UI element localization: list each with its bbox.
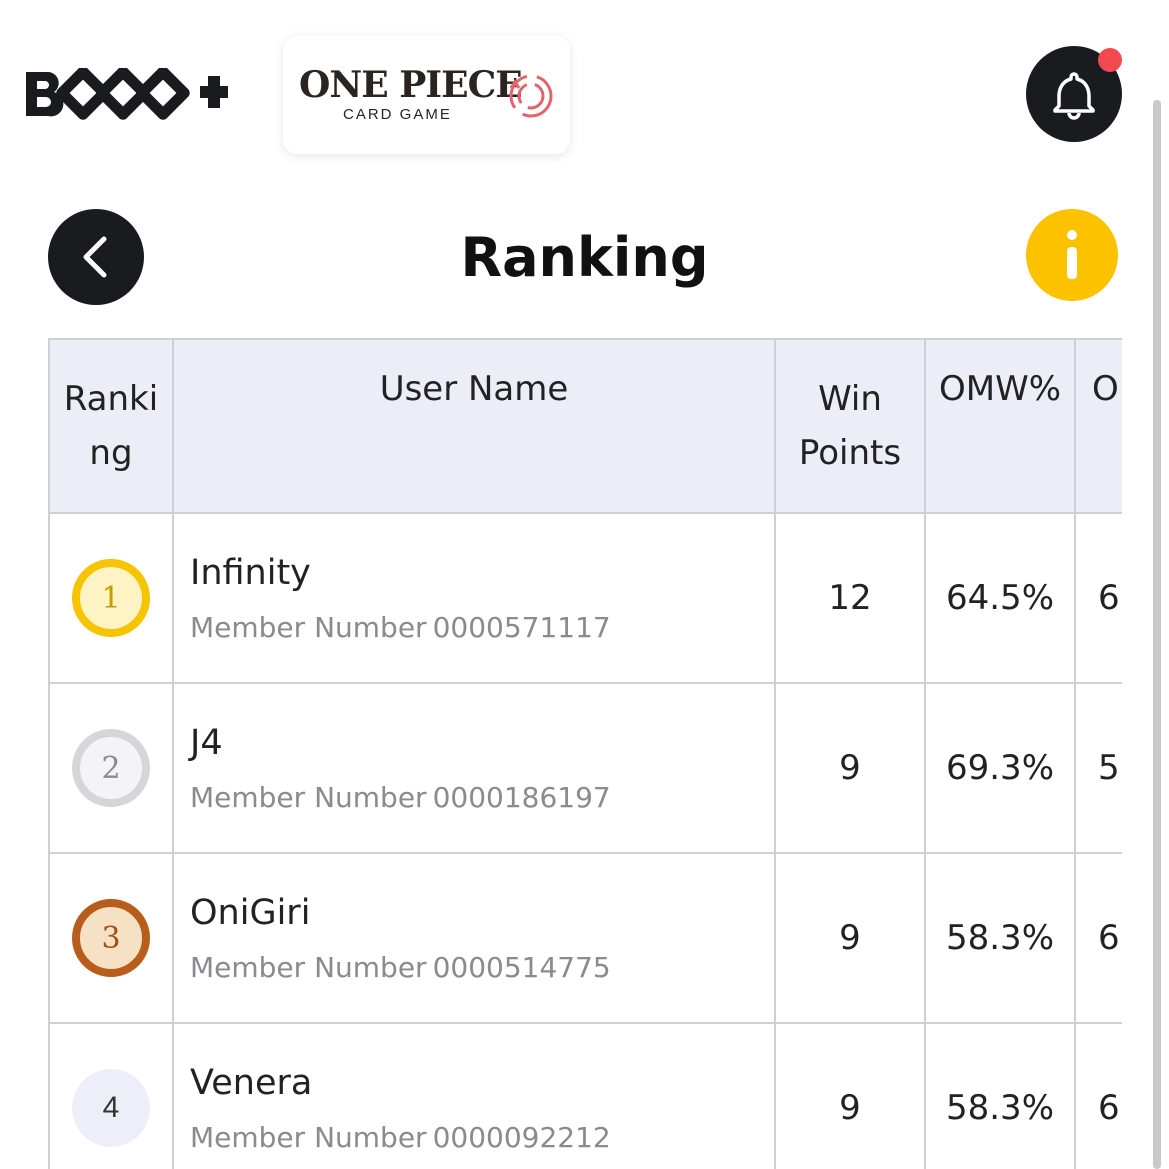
win-points: 12 (774, 512, 926, 684)
game-title: ONE PIECE (299, 64, 523, 106)
brand-logo[interactable] (24, 66, 236, 120)
omw-percent: 69.3% (924, 682, 1076, 854)
ranking-table[interactable]: Ranking User Name Win Points OMW% O 1 In… (48, 338, 1122, 1169)
column-header-win-points[interactable]: Win Points (774, 338, 926, 514)
omw-percent: 64.5% (924, 512, 1076, 684)
win-points: 9 (774, 682, 926, 854)
next-column-value: 6( (1098, 1088, 1122, 1128)
info-button[interactable] (1026, 209, 1118, 301)
table-row[interactable]: 4 Venera Member Number 0000092212 9 58.3%… (48, 1022, 1122, 1169)
next-column-value: 6! (1098, 918, 1122, 958)
member-number: Member Number 0000571117 (190, 610, 611, 644)
member-number: Member Number 0000092212 (190, 1120, 611, 1154)
user-name: Infinity (190, 552, 311, 593)
omw-percent: 58.3% (924, 1022, 1076, 1169)
next-column-value: 5: (1098, 748, 1122, 788)
member-number: Member Number 0000514775 (190, 950, 611, 984)
notification-badge (1098, 48, 1122, 72)
rank-medal-bronze: 3 (72, 899, 150, 977)
table-row[interactable]: 2 J4 Member Number0000186197 9 69.3% 5: (48, 682, 1122, 854)
page-title: Ranking (460, 226, 709, 289)
info-icon (1067, 230, 1077, 279)
rank-medal-gold: 1 (72, 559, 150, 637)
user-name: Venera (190, 1062, 313, 1103)
next-column-value: 6. (1098, 578, 1122, 618)
column-header-next[interactable]: O (1074, 338, 1122, 514)
column-header-omw[interactable]: OMW% (924, 338, 1076, 514)
rank-medal-silver: 2 (72, 729, 150, 807)
refresh-swirl-icon (509, 74, 553, 118)
table-row[interactable]: 3 OniGiri Member Number 0000514775 9 58.3… (48, 852, 1122, 1024)
table-header-row: Ranking User Name Win Points OMW% O (48, 338, 1122, 514)
user-name: OniGiri (190, 892, 311, 933)
win-points: 9 (774, 1022, 926, 1169)
member-number: Member Number 0000186197 (190, 780, 611, 814)
table-row[interactable]: 1 Infinity Member Number 0000571117 12 64… (48, 512, 1122, 684)
game-selector-card[interactable]: ONE PIECE CARD GAME (283, 36, 570, 154)
omw-percent: 58.3% (924, 852, 1076, 1024)
user-name: J4 (190, 722, 223, 763)
column-header-ranking[interactable]: Ranking (48, 338, 174, 514)
bell-icon (1053, 72, 1095, 120)
win-points: 9 (774, 852, 926, 1024)
column-header-user-name[interactable]: User Name (172, 338, 776, 514)
rank-badge: 4 (72, 1069, 150, 1147)
game-subtitle: CARD GAME (343, 106, 452, 123)
